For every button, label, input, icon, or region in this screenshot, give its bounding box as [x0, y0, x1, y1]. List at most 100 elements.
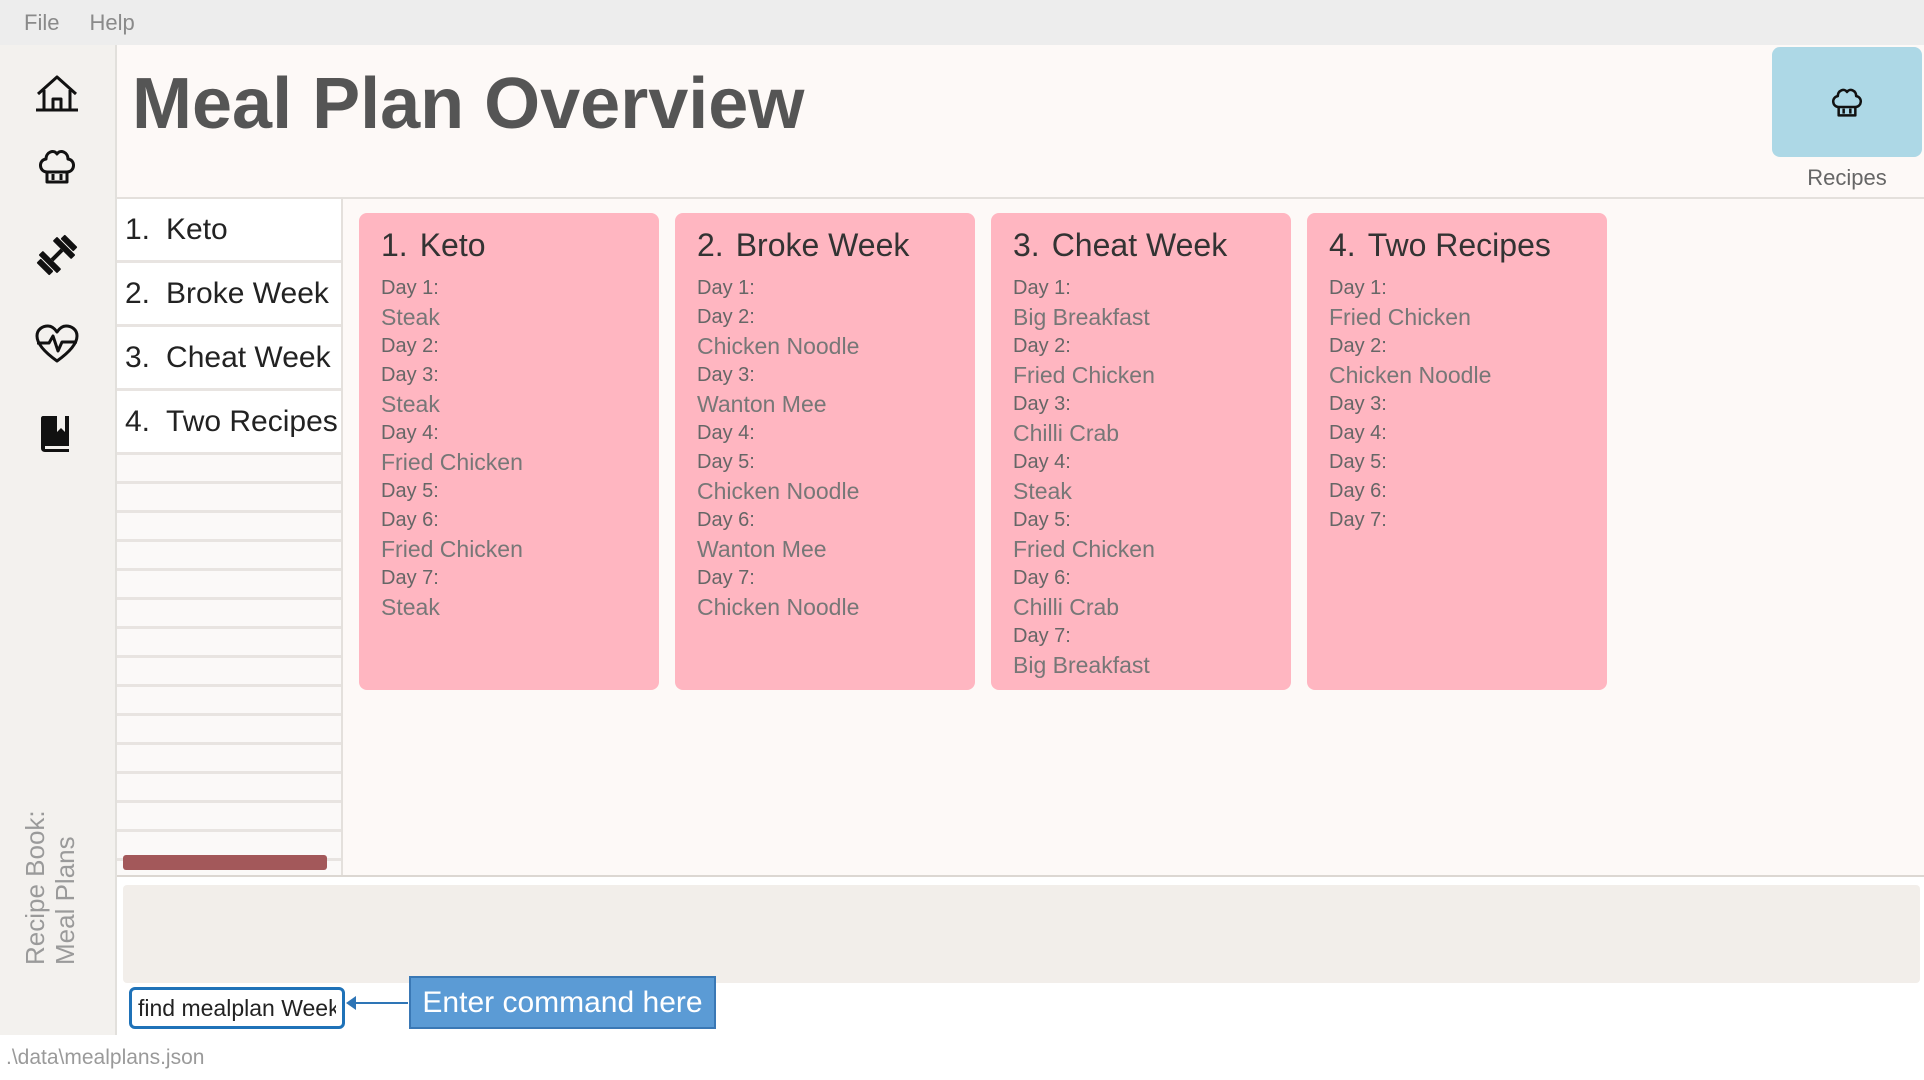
day-label: Day 6:	[1013, 567, 1071, 589]
meal-plan-card[interactable]: 4. Two Recipes Day 1: Fried Chicken Day 2: Ch…	[1307, 213, 1607, 690]
card-number: 1.	[381, 227, 408, 263]
list-item-number: 3.	[125, 340, 151, 374]
meal-plan-card[interactable]: 3. Cheat Week Day 1: Big Breakfast Day 2: Fri…	[991, 213, 1291, 690]
dish-name: Fried Chicken	[381, 449, 523, 475]
day-label: Day 3:	[1013, 393, 1071, 415]
day-label: Day 1:	[1329, 277, 1387, 299]
sidebar-caption-line2: Meal Plans	[50, 836, 80, 965]
recipes-panel: Recipes	[1772, 47, 1922, 197]
dish-name: Fried Chicken	[1013, 362, 1155, 388]
dish-name: Fried Chicken	[381, 536, 523, 562]
menu-file[interactable]: File	[24, 10, 59, 36]
sidebar-caption: Recipe Book: Meal Plans	[20, 745, 80, 965]
menu-bar: File Help	[0, 0, 1924, 45]
list-empty-row	[117, 716, 341, 745]
dish-name: Chilli Crab	[1013, 594, 1120, 620]
list-empty-row	[117, 513, 341, 542]
list-empty-row	[117, 803, 341, 832]
day-label: Day 3:	[1329, 393, 1387, 415]
card-title: 4. Two Recipes	[1329, 227, 1585, 264]
sidebar: Recipe Book: Meal Plans	[0, 45, 117, 1035]
list-item[interactable]: 4. Two Recipes	[117, 391, 341, 455]
day-label: Day 6:	[381, 509, 439, 531]
dumbbell-icon[interactable]	[28, 226, 86, 284]
list-item-number: 1.	[125, 212, 151, 246]
dish-name: Big Breakfast	[1013, 652, 1150, 678]
chef-hat-icon[interactable]	[28, 137, 86, 195]
meal-plan-list: 1. Keto 2. Broke Week 3. Cheat Week 4. Two Reci…	[117, 199, 343, 875]
callout-arrow	[350, 1002, 408, 1004]
card-name: Cheat Week	[1051, 227, 1228, 263]
day-label: Day 5:	[1013, 509, 1071, 531]
list-empty-row	[117, 658, 341, 687]
card-title: 3. Cheat Week	[1013, 227, 1269, 264]
dish-name: Chicken Noodle	[1329, 362, 1492, 388]
day-label: Day 1:	[1013, 277, 1071, 299]
meal-plan-cards: 1. Keto Day 1: Steak Day 2: Day 3: Steak Day 4:…	[359, 213, 1623, 690]
list-item-name: Cheat Week	[166, 340, 331, 374]
list-item-name: Broke Week	[166, 276, 329, 310]
list-empty-row	[117, 745, 341, 774]
dish-name: Chicken Noodle	[697, 333, 860, 359]
list-empty-row	[117, 629, 341, 658]
bottom-divider	[117, 875, 1924, 877]
recipes-button-label: Recipes	[1807, 165, 1887, 190]
list-item-number: 4.	[125, 404, 151, 438]
menu-help[interactable]: Help	[89, 10, 134, 36]
home-icon[interactable]	[28, 65, 86, 123]
card-name: Two Recipes	[1367, 227, 1551, 263]
list-empty-row	[117, 571, 341, 600]
command-input[interactable]	[129, 987, 345, 1029]
book-icon[interactable]	[28, 405, 86, 463]
day-label: Day 5:	[1329, 451, 1387, 473]
meal-plan-card[interactable]: 1. Keto Day 1: Steak Day 2: Day 3: Steak Day 4:…	[359, 213, 659, 690]
day-label: Day 3:	[697, 364, 755, 386]
card-name: Broke Week	[735, 227, 910, 263]
day-label: Day 3:	[381, 364, 439, 386]
horizontal-scrollbar[interactable]	[123, 855, 327, 870]
command-callout: Enter command here	[409, 976, 716, 1029]
day-label: Day 1:	[697, 277, 755, 299]
sidebar-caption-line1: Recipe Book:	[20, 810, 50, 965]
day-label: Day 4:	[697, 422, 755, 444]
dish-name: Steak	[1013, 478, 1072, 504]
day-label: Day 7:	[381, 567, 439, 589]
day-label: Day 6:	[1329, 480, 1387, 502]
day-label: Day 5:	[381, 480, 439, 502]
meal-plan-card[interactable]: 2. Broke Week Day 1: Day 2: Chicken Noodle Da…	[675, 213, 975, 690]
list-item[interactable]: 1. Keto	[117, 199, 341, 263]
list-empty-row	[117, 687, 341, 716]
day-label: Day 2:	[1013, 335, 1071, 357]
list-item-number: 2.	[125, 276, 151, 310]
callout-arrow-head	[346, 996, 356, 1010]
page-title: Meal Plan Overview	[132, 64, 805, 144]
card-name: Keto	[419, 227, 486, 263]
dish-name: Wanton Mee	[697, 391, 827, 417]
day-label: Day 2:	[1329, 335, 1387, 357]
heartbeat-icon[interactable]	[28, 316, 86, 374]
day-label: Day 7:	[697, 567, 755, 589]
status-file-path: .\data\mealplans.json	[6, 1046, 205, 1069]
list-empty-row	[117, 774, 341, 803]
dish-name: Wanton Mee	[697, 536, 827, 562]
result-display	[123, 885, 1920, 983]
day-label: Day 6:	[697, 509, 755, 531]
status-bar: .\data\mealplans.json	[0, 1036, 1924, 1080]
day-label: Day 2:	[381, 335, 439, 357]
list-empty-row	[117, 455, 341, 484]
main-panel: Meal Plan Overview Recipes 1. Keto 2. Broke…	[117, 45, 1924, 875]
dish-name: Chicken Noodle	[697, 478, 860, 504]
recipes-button[interactable]	[1772, 47, 1922, 157]
list-item-name: Two Recipes	[166, 404, 338, 438]
dish-name: Chilli Crab	[1013, 420, 1120, 446]
day-label: Day 2:	[697, 306, 755, 328]
dish-name: Steak	[381, 304, 440, 330]
dish-name: Steak	[381, 594, 440, 620]
day-label: Day 7:	[1013, 625, 1071, 647]
dish-name: Chicken Noodle	[697, 594, 860, 620]
day-label: Day 5:	[697, 451, 755, 473]
list-empty-row	[117, 542, 341, 571]
dish-name: Fried Chicken	[1013, 536, 1155, 562]
list-item[interactable]: 3. Cheat Week	[117, 327, 341, 391]
list-item[interactable]: 2. Broke Week	[117, 263, 341, 327]
